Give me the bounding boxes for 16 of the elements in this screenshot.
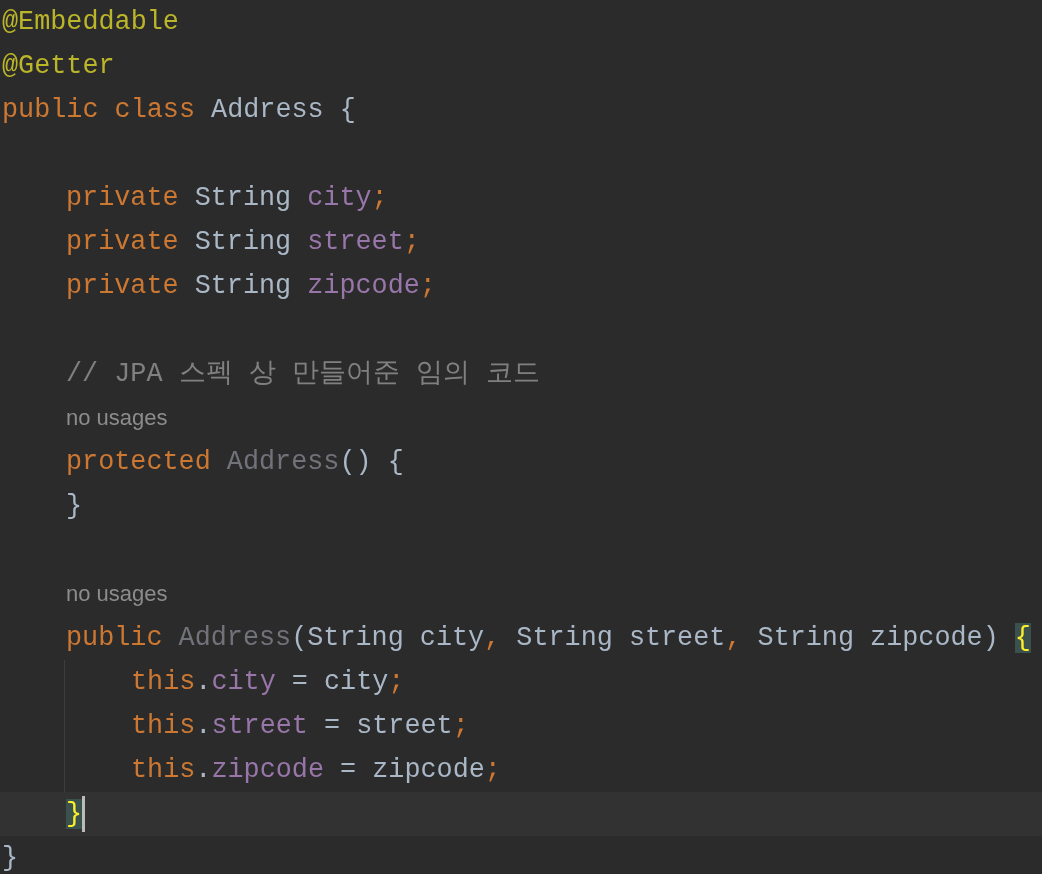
code-line: this.zipcode = zipcode; xyxy=(131,754,501,787)
code-line: this.city = city; xyxy=(131,666,405,699)
code-line: } xyxy=(66,490,83,523)
code-line: private String city; xyxy=(66,182,388,215)
code-line: public class Address { xyxy=(2,94,356,127)
code-line: @Getter xyxy=(2,50,115,83)
code-line: private String zipcode; xyxy=(66,270,436,303)
code-line: public Address(String city, String street, String zipcode) { xyxy=(66,622,1031,655)
code-line: } xyxy=(2,842,19,874)
code-line: private String street; xyxy=(66,226,420,259)
code-comment: // JPA 스펙 상 만들어준 임의 코드 xyxy=(66,358,540,391)
code-line: @Embeddable xyxy=(2,6,179,39)
code-line: this.street = street; xyxy=(131,710,469,743)
usage-hint: no usages xyxy=(66,580,168,608)
code-line: protected Address() { xyxy=(66,446,404,479)
usage-hint: no usages xyxy=(66,404,168,432)
